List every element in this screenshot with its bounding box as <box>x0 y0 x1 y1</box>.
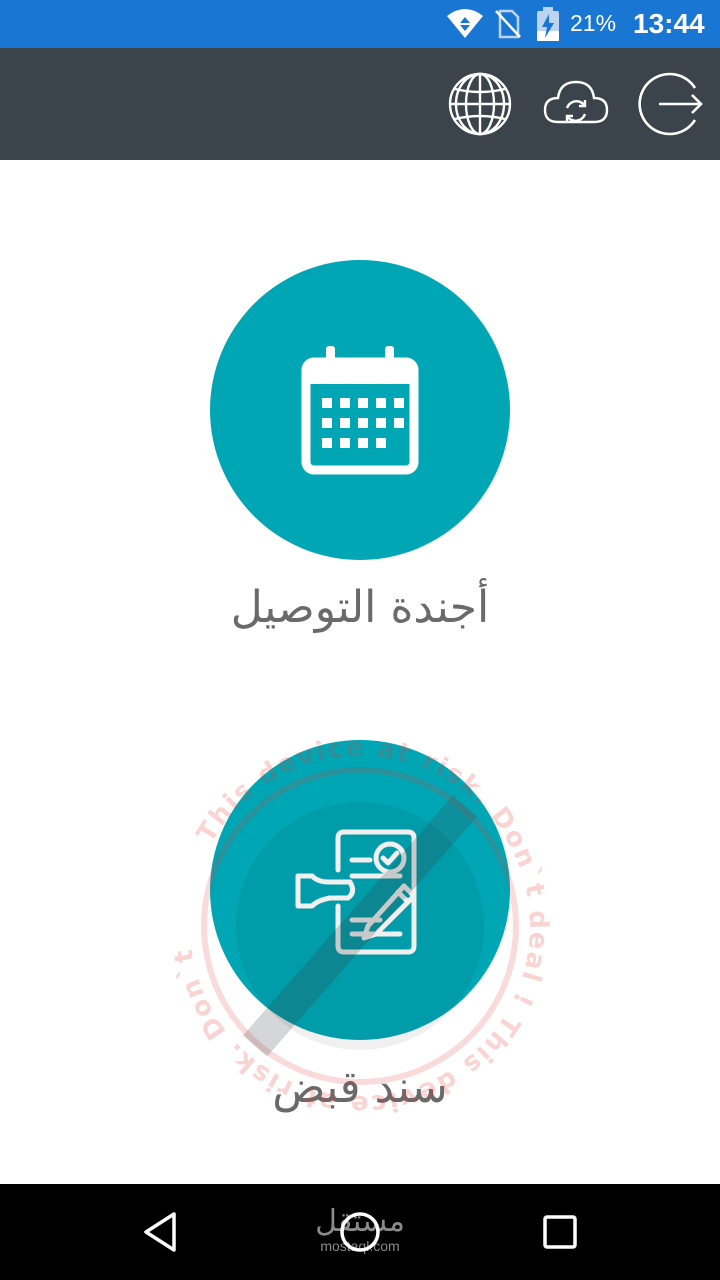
home-icon <box>340 1212 380 1252</box>
language-button[interactable] <box>446 70 514 138</box>
battery-charging-icon <box>537 7 559 41</box>
app-screen: 21% 13:44 أجندة التوصيل سند قبض This dev… <box>0 0 720 1280</box>
recent-apps-button[interactable] <box>536 1208 584 1256</box>
receipt-document-icon <box>295 829 417 955</box>
menu-item-circle <box>210 260 510 560</box>
no-sim-icon <box>495 9 521 39</box>
clock: 13:44 <box>633 8 705 39</box>
menu-item-receipt-voucher[interactable]: سند قبض <box>0 740 720 1130</box>
status-bar: 21% 13:44 <box>0 0 720 48</box>
back-button[interactable] <box>136 1208 184 1256</box>
back-icon <box>144 1212 176 1252</box>
recent-apps-icon <box>543 1215 577 1249</box>
app-toolbar <box>0 48 720 160</box>
wifi-icon <box>447 9 483 38</box>
calendar-icon <box>301 346 419 475</box>
battery-percentage: 21% <box>570 10 617 36</box>
menu-item-circle <box>210 740 510 1040</box>
home-button[interactable] <box>336 1208 384 1256</box>
menu-item-label: سند قبض <box>272 1062 448 1113</box>
cloud-sync-icon <box>543 80 609 124</box>
logout-icon <box>638 72 703 136</box>
logout-button[interactable] <box>637 70 705 138</box>
sync-button[interactable] <box>542 70 610 138</box>
globe-icon <box>448 72 512 136</box>
system-navigation-bar: مستقل mostaql.com <box>0 1184 720 1280</box>
menu-item-label: أجندة التوصيل <box>230 582 490 633</box>
menu-item-delivery-agenda[interactable]: أجندة التوصيل <box>0 260 720 650</box>
